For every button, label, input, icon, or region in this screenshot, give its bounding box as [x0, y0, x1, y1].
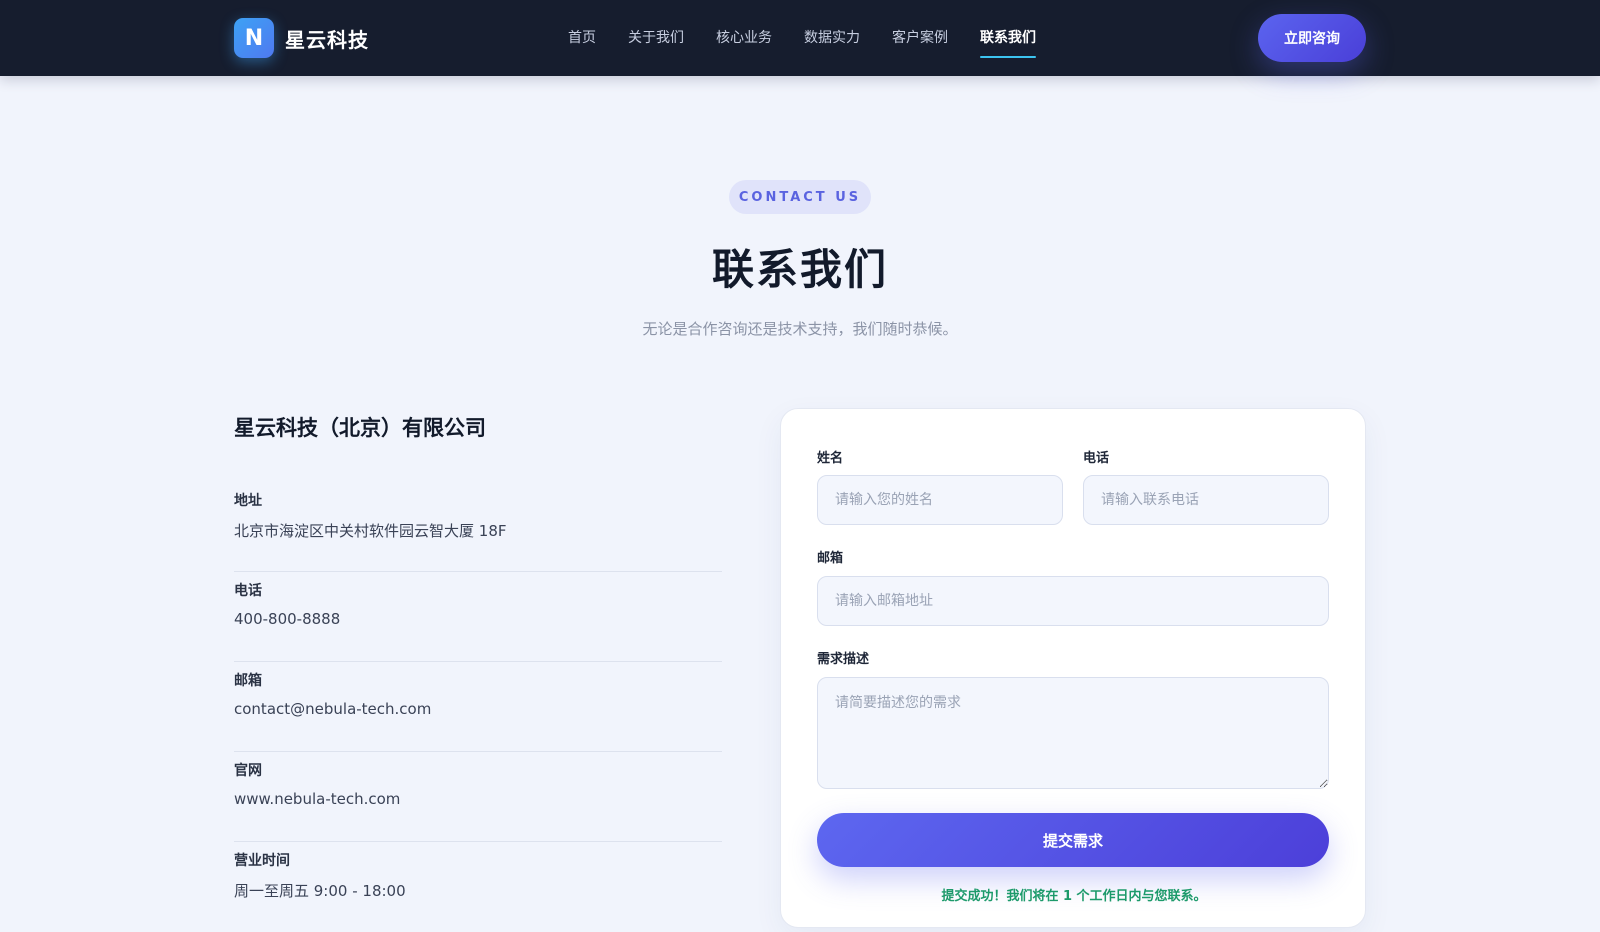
nav-link-contact[interactable]: 联系我们: [980, 0, 1036, 76]
nav-link-cases[interactable]: 客户案例: [892, 0, 948, 76]
nav-link-business[interactable]: 核心业务: [716, 0, 772, 76]
brand-logo-icon: N: [234, 18, 274, 58]
nav-link-home[interactable]: 首页: [568, 0, 596, 76]
contact-info-list: 地址 北京市海淀区中关村软件园云智大厦 18F 电话 400-800-8888 …: [234, 482, 722, 932]
description-label: 需求描述: [817, 652, 870, 667]
info-value: 北京市海淀区中关村软件园云智大厦 18F: [234, 522, 507, 540]
info-item-website: 官网 www.nebula-tech.com: [234, 752, 722, 842]
info-value: contact@nebula-tech.com: [234, 700, 432, 718]
company-name: 星云科技（北京）有限公司: [234, 416, 486, 440]
nav-link-data[interactable]: 数据实力: [804, 0, 860, 76]
name-label: 姓名: [817, 451, 844, 466]
description-textarea[interactable]: [817, 677, 1329, 789]
success-message: 提交成功！我们将在 1 个工作日内与您联系。: [941, 889, 1207, 904]
phone-label: 电话: [1083, 451, 1110, 466]
phone-input[interactable]: [1083, 475, 1329, 525]
name-input[interactable]: [817, 475, 1063, 525]
info-label: 地址: [234, 493, 262, 509]
info-value: 400-800-8888: [234, 610, 341, 628]
info-value: www.nebula-tech.com: [234, 790, 401, 808]
info-value: 周一至周五 9:00 - 18:00: [234, 882, 406, 900]
nav-links: 首页 关于我们 核心业务 数据实力 客户案例 联系我们: [568, 0, 1068, 76]
contact-form-card: 姓名 电话 邮箱 需求描述 提交需求 提交成功！我们将在 1 个工作日内与您联系…: [780, 408, 1366, 928]
consult-now-button[interactable]: 立即咨询: [1258, 14, 1366, 62]
info-item-email: 邮箱 contact@nebula-tech.com: [234, 662, 722, 752]
info-label: 营业时间: [234, 853, 290, 869]
email-input[interactable]: [817, 576, 1329, 626]
info-item-hours: 营业时间 周一至周五 9:00 - 18:00: [234, 842, 722, 932]
info-label: 邮箱: [234, 673, 262, 689]
info-item-phone: 电话 400-800-8888: [234, 572, 722, 662]
brand[interactable]: N 星云科技: [234, 18, 369, 58]
submit-button[interactable]: 提交需求: [817, 813, 1329, 867]
section-badge: CONTACT US: [729, 180, 871, 214]
top-navbar: N 星云科技 首页 关于我们 核心业务 数据实力 客户案例 联系我们 立即咨询: [0, 0, 1600, 76]
brand-name: 星云科技: [285, 27, 369, 52]
page-subtitle: 无论是合作咨询还是技术支持，我们随时恭候。: [642, 320, 958, 338]
info-label: 电话: [234, 583, 262, 599]
nav-link-about[interactable]: 关于我们: [628, 0, 684, 76]
info-label: 官网: [234, 763, 262, 779]
email-label: 邮箱: [817, 551, 844, 566]
page-title: 联系我们: [711, 245, 888, 294]
info-item-address: 地址 北京市海淀区中关村软件园云智大厦 18F: [234, 482, 722, 572]
